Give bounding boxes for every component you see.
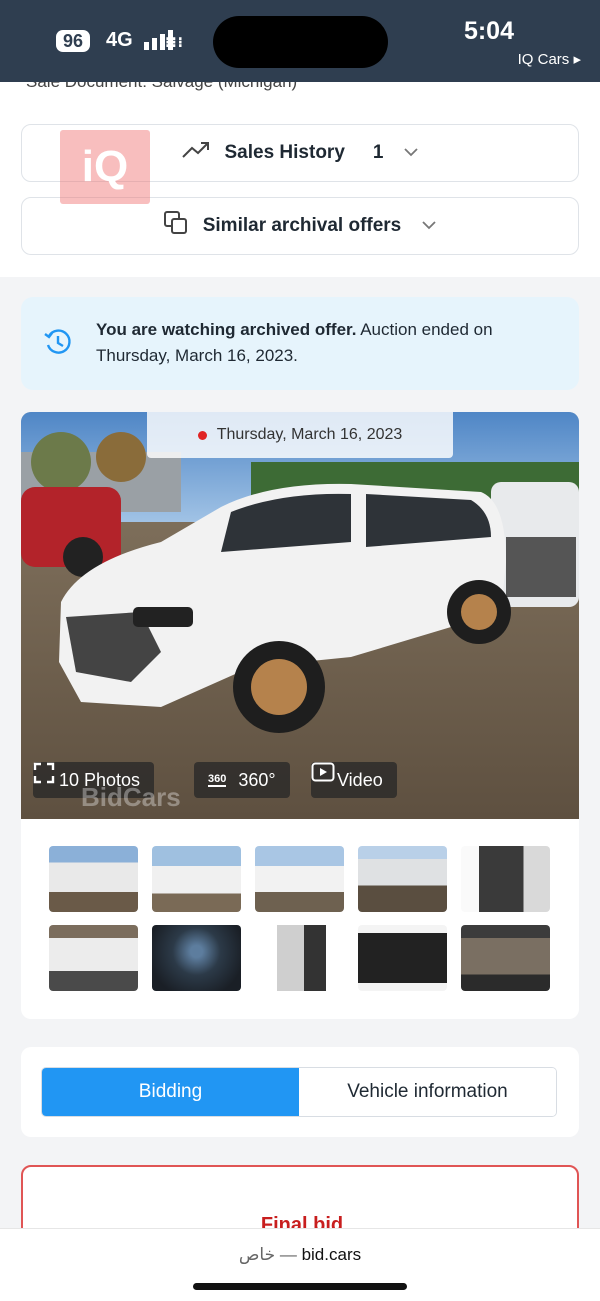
video-button[interactable]: Video xyxy=(311,762,397,798)
similar-offers-label: Similar archival offers xyxy=(202,215,402,236)
copy-icon xyxy=(163,210,189,242)
notice-text: You are watching archived offer. Auction… xyxy=(96,317,516,369)
main-car-photo[interactable]: Thursday, March 16, 2023 10 Photos 360 3… xyxy=(21,412,579,819)
thumbnail[interactable] xyxy=(255,846,344,912)
sales-history-count: 1 xyxy=(372,142,384,163)
clock: 5:04 xyxy=(463,17,514,45)
auction-date-label: Thursday, March 16, 2023 xyxy=(147,412,453,458)
chevron-down-icon xyxy=(403,144,419,162)
final-bid-card: Final bid xyxy=(21,1165,579,1232)
dynamic-island xyxy=(213,16,388,68)
network-type: 4G xyxy=(106,29,133,51)
live-dot-icon xyxy=(197,430,207,440)
thumbnail[interactable] xyxy=(152,846,241,912)
thumbnail[interactable] xyxy=(49,925,138,991)
thumbnail[interactable] xyxy=(358,846,447,912)
details-tabs-card: Bidding Vehicle information xyxy=(21,1047,579,1137)
sale-document-text: Sale Document: Salvage (Michigan) xyxy=(26,82,297,92)
domain-label: bid.cars xyxy=(301,1245,362,1264)
summary-card: Sale Document: Salvage (Michigan) iQ Sal… xyxy=(0,82,600,277)
notice-bold: You are watching archived offer. xyxy=(96,320,357,339)
tab-bidding[interactable]: Bidding xyxy=(42,1068,299,1116)
address-text: خاص — bid.cars xyxy=(0,1245,600,1265)
trend-up-icon xyxy=(181,139,211,167)
tab-bar: Bidding Vehicle information xyxy=(41,1067,557,1117)
thumbnail[interactable] xyxy=(461,925,550,991)
history-icon xyxy=(43,327,73,362)
home-indicator[interactable] xyxy=(193,1283,407,1290)
view-360-icon: 360 xyxy=(208,773,227,787)
browser-address-bar[interactable]: خاص — bid.cars xyxy=(0,1228,600,1301)
similar-offers-accordion[interactable]: Similar archival offers xyxy=(21,197,579,255)
video-button-label: Video xyxy=(337,769,383,790)
tab-vehicle-information[interactable]: Vehicle information xyxy=(299,1068,556,1116)
thumbnail[interactable] xyxy=(49,846,138,912)
thumbnail[interactable] xyxy=(152,925,241,991)
thumbnail[interactable] xyxy=(358,925,447,991)
page-content: Sale Document: Salvage (Michigan) iQ Sal… xyxy=(0,82,600,1232)
photo-gallery: Thursday, March 16, 2023 10 Photos 360 3… xyxy=(21,412,579,1019)
battery-indicator: 96 xyxy=(56,30,91,52)
bidcars-watermark: BidCars xyxy=(81,782,181,812)
thumbnail[interactable] xyxy=(461,846,550,912)
view-360-button[interactable]: 360 360° xyxy=(194,762,290,798)
signal-dots-icon: ⁝⁝⁝ xyxy=(165,34,184,50)
address-separator: — xyxy=(275,1245,302,1264)
auction-date: Thursday, March 16, 2023 xyxy=(216,426,403,443)
private-label: خاص xyxy=(238,1245,276,1264)
back-to-app-link[interactable]: IQ Cars ▸ xyxy=(518,50,581,68)
chevron-down-icon xyxy=(421,217,437,235)
sales-history-label: Sales History xyxy=(224,142,345,163)
archived-offer-notice: You are watching archived offer. Auction… xyxy=(21,297,579,390)
thumbnail[interactable] xyxy=(255,925,344,991)
status-bar: 96 4G ⁝⁝⁝ 5:04 IQ Cars ▸ xyxy=(0,0,600,82)
iq-logo: iQ xyxy=(60,130,150,204)
view-360-label: 360° xyxy=(238,769,276,790)
